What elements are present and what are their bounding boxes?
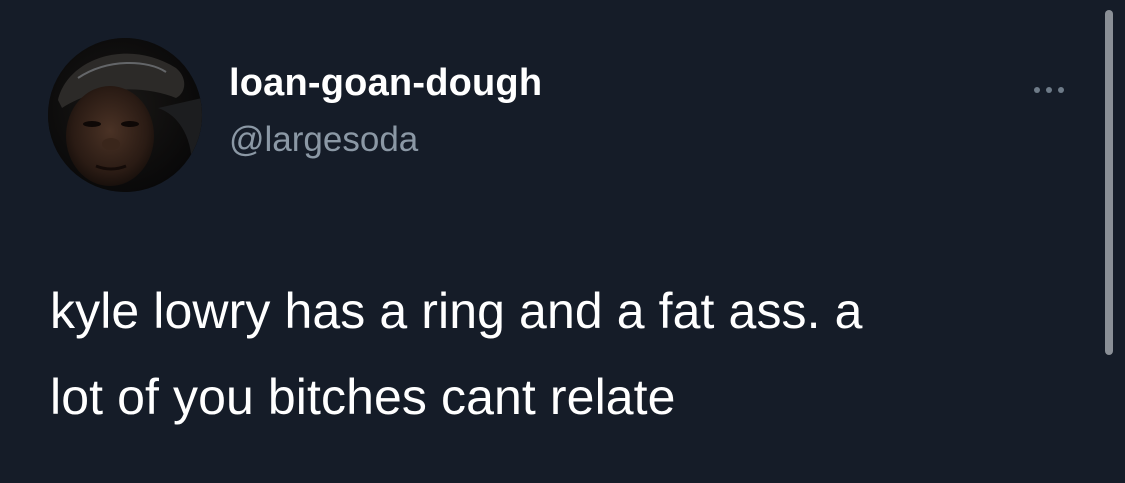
more-horizontal-icon	[1034, 87, 1040, 93]
tweet-card: loan-goan-dough @largesoda kyle lowry ha…	[0, 0, 1125, 483]
more-options-button[interactable]	[1024, 78, 1074, 102]
more-horizontal-icon	[1058, 87, 1064, 93]
tweet-text: kyle lowry has a ring and a fat ass. a l…	[50, 268, 1070, 440]
avatar[interactable]	[48, 38, 202, 192]
scrollbar-thumb[interactable]	[1105, 10, 1113, 355]
profile-photo-icon	[48, 38, 202, 192]
user-handle[interactable]: @largesoda	[229, 122, 418, 157]
more-horizontal-icon	[1046, 87, 1052, 93]
tweet-text-line: kyle lowry has a ring and a fat ass. a	[50, 283, 863, 339]
tweet-text-line: lot of you bitches cant relate	[50, 369, 676, 425]
display-name[interactable]: loan-goan-dough	[229, 64, 542, 102]
